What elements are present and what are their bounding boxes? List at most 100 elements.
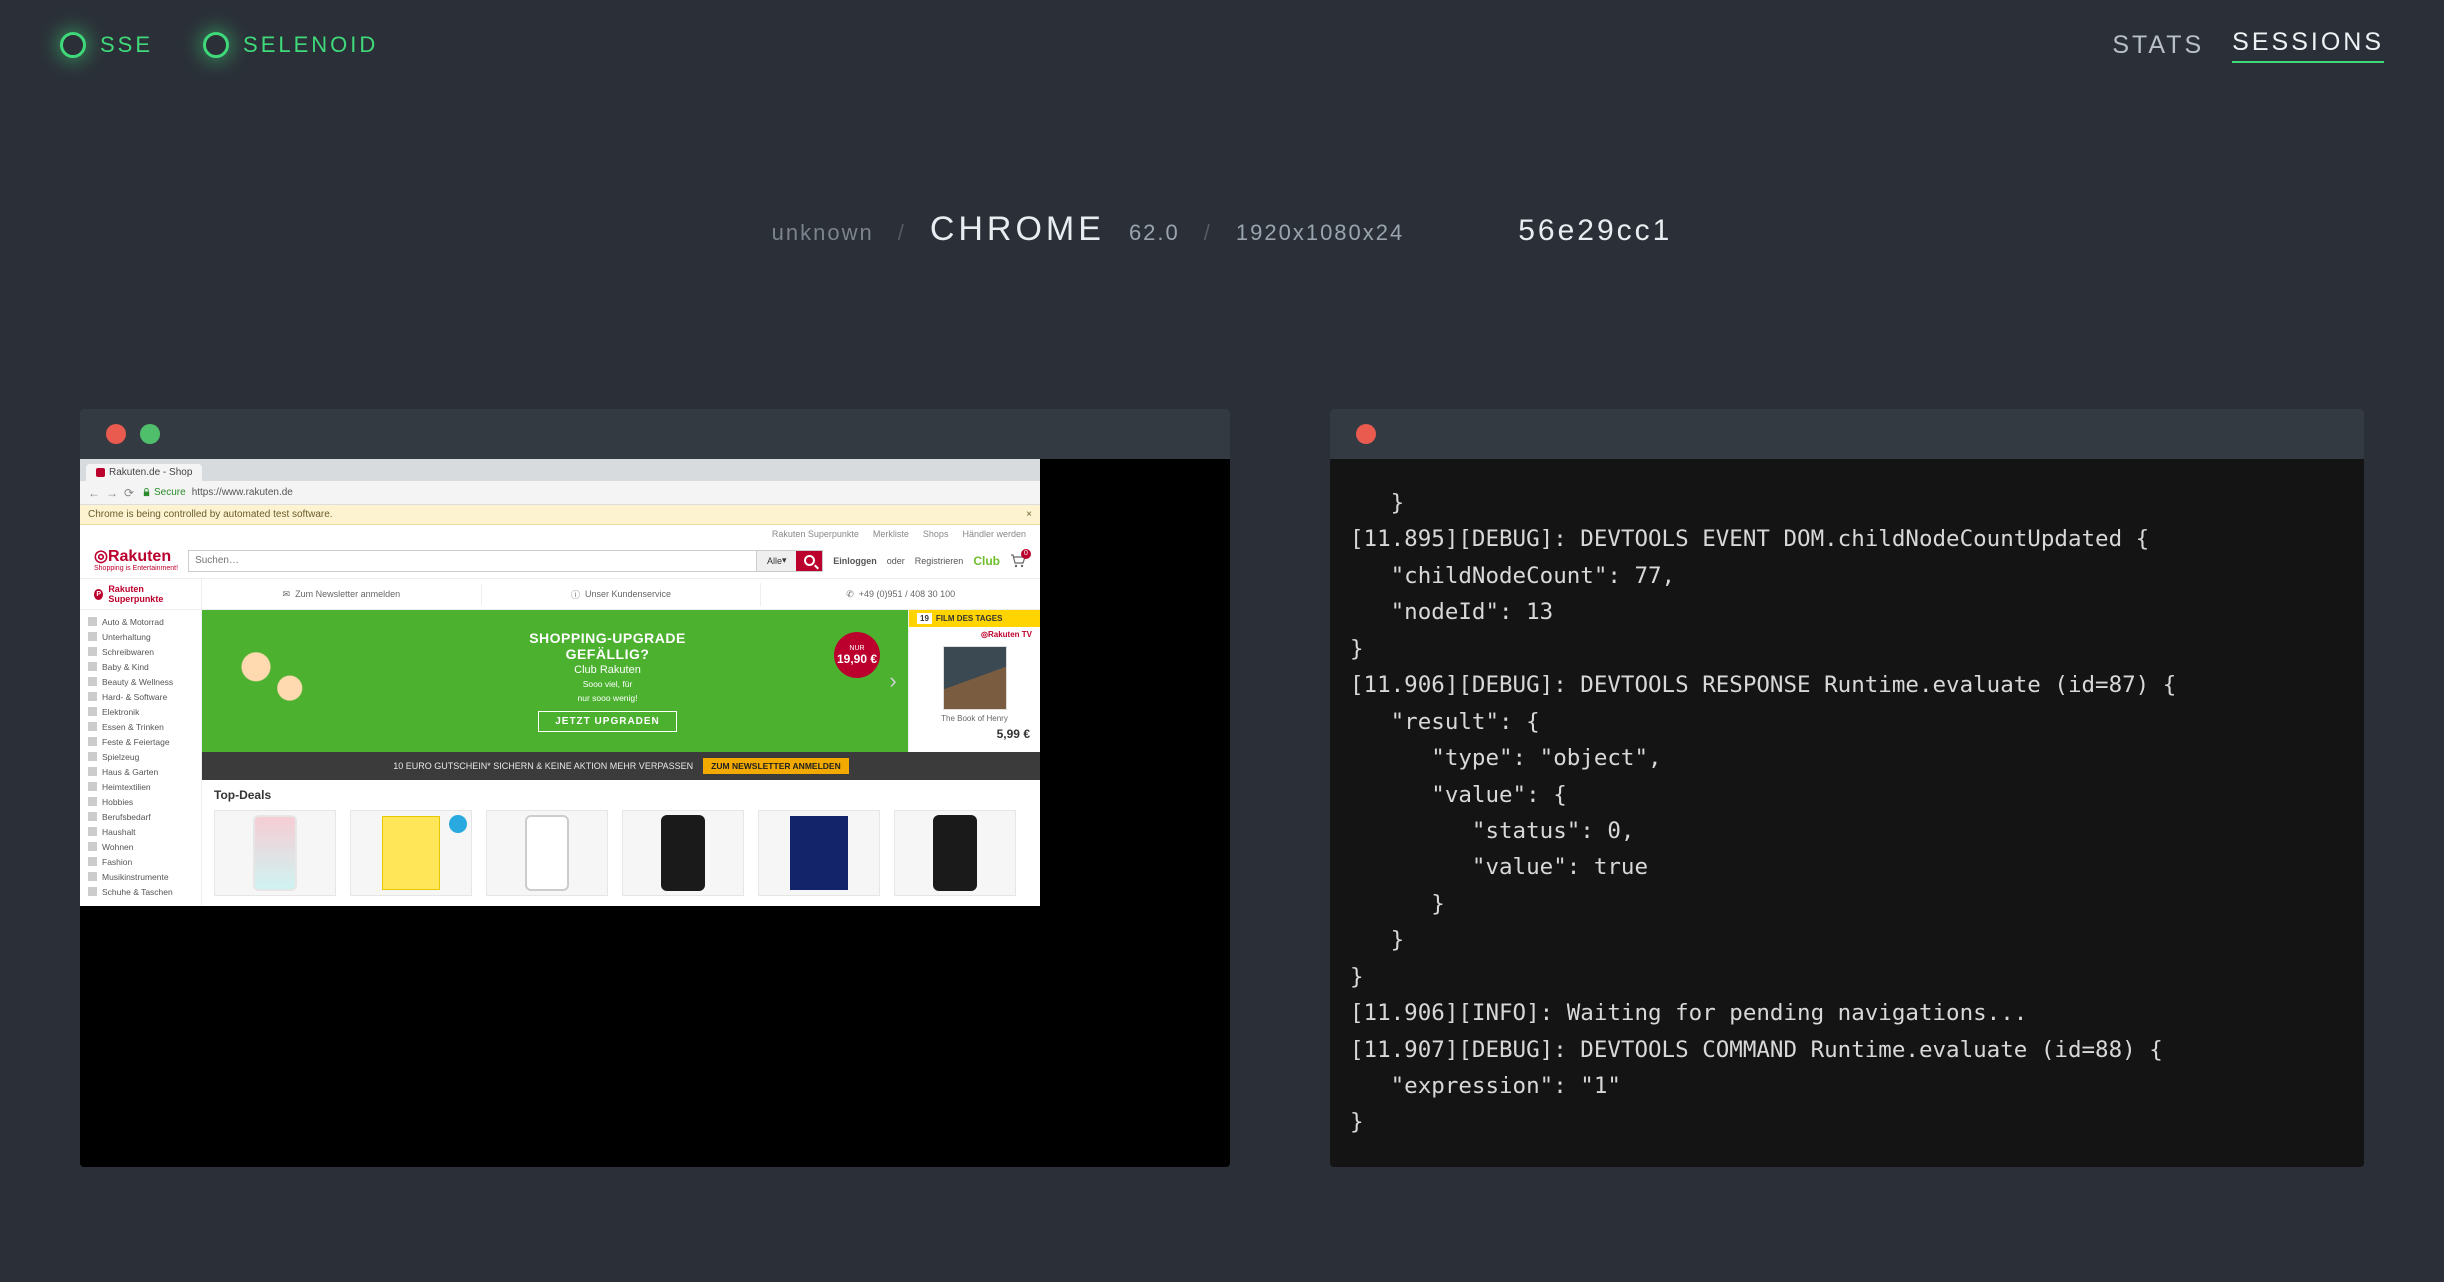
category-label: Beauty & Wellness: [102, 677, 173, 687]
register-link[interactable]: Registrieren: [915, 556, 964, 566]
category-item[interactable]: Haushalt: [80, 824, 201, 839]
deal-card[interactable]: [758, 810, 880, 896]
voucher-button[interactable]: ZUM NEWSLETTER ANMELDEN: [703, 758, 849, 774]
category-item[interactable]: Spielzeug: [80, 749, 201, 764]
category-label: Elektronik: [102, 707, 139, 717]
film-hdr-label: FILM DES TAGES: [936, 614, 1003, 623]
hero-small2: nur sooo wenig!: [337, 693, 878, 703]
site-header: ◎Rakuten Shopping is Entertainment! Alle…: [80, 543, 1040, 578]
club-link[interactable]: Club: [973, 554, 1000, 568]
voucher-text: 10 EURO GUTSCHEIN* SICHERN & KEINE AKTIO…: [393, 761, 693, 771]
hero-small1: Sooo viel, für: [337, 679, 878, 689]
close-dot-icon[interactable]: [1356, 424, 1376, 444]
phone-icon: ✆: [846, 589, 854, 600]
category-icon: [88, 617, 97, 626]
session-version: 62.0: [1129, 220, 1180, 246]
carousel-next-icon[interactable]: ›: [878, 668, 908, 694]
forward-icon[interactable]: →: [106, 487, 118, 499]
category-icon: [88, 782, 97, 791]
category-sidebar: Auto & MotorradUnterhaltungSchreibwarenB…: [80, 610, 202, 906]
site-topnav: Rakuten Superpunkte Merkliste Shops Händ…: [80, 525, 1040, 543]
search-icon: [804, 555, 815, 566]
category-item[interactable]: Essen & Trinken: [80, 719, 201, 734]
search-cat-label: Alle: [767, 556, 782, 566]
cart-icon[interactable]: 0: [1010, 554, 1026, 568]
film-price: 5,99 €: [909, 723, 1040, 745]
badge-price: 19,90 €: [837, 652, 877, 666]
category-label: Schuhe & Taschen: [102, 887, 173, 897]
hero-cta-button[interactable]: JETZT UPGRADEN: [538, 711, 677, 732]
back-icon[interactable]: ←: [88, 487, 100, 499]
search-category[interactable]: Alle ▾: [756, 551, 796, 571]
topnav-link[interactable]: Merkliste: [873, 529, 909, 539]
favicon-icon: [96, 468, 105, 477]
url-text[interactable]: https://www.rakuten.de: [192, 487, 293, 498]
service-cell[interactable]: ⓘUnser Kundenservice: [482, 583, 762, 606]
search-button[interactable]: [796, 551, 822, 571]
topnav-link[interactable]: Rakuten Superpunkte: [772, 529, 859, 539]
nav-stats[interactable]: STATS: [2112, 31, 2204, 60]
status-dot-icon: [203, 32, 229, 58]
search-input[interactable]: [189, 551, 756, 571]
category-item[interactable]: Beauty & Wellness: [80, 674, 201, 689]
log-output[interactable]: } [11.895][DEBUG]: DEVTOOLS EVENT DOM.ch…: [1330, 459, 2364, 1167]
category-icon: [88, 812, 97, 821]
category-item[interactable]: Berufsbedarf: [80, 809, 201, 824]
topnav-link[interactable]: Händler werden: [962, 529, 1026, 539]
category-item[interactable]: Auto & Motorrad: [80, 614, 201, 629]
deal-card[interactable]: [894, 810, 1016, 896]
category-item[interactable]: Elektronik: [80, 704, 201, 719]
panels-row: Rakuten.de - Shop ← → ⟳ Secure https://w…: [0, 409, 2444, 1167]
nav-sessions[interactable]: SESSIONS: [2232, 28, 2384, 63]
category-item[interactable]: Feste & Feiertage: [80, 734, 201, 749]
chrome-tabstrip: Rakuten.de - Shop: [80, 459, 1040, 481]
close-dot-icon[interactable]: [106, 424, 126, 444]
category-label: Auto & Motorrad: [102, 617, 164, 627]
banner-close-icon[interactable]: ×: [1026, 509, 1032, 520]
category-item[interactable]: Hard- & Software: [80, 689, 201, 704]
category-item[interactable]: Musikinstrumente: [80, 869, 201, 884]
hero-banner[interactable]: SHOPPING-UPGRADE GEFÄLLIG? Club Rakuten …: [202, 610, 908, 752]
category-item[interactable]: Baby & Kind: [80, 659, 201, 674]
deal-card[interactable]: [486, 810, 608, 896]
service-label: Unser Kundenservice: [585, 589, 671, 599]
min-dot-icon[interactable]: [140, 424, 160, 444]
newsletter-cell[interactable]: ✉Zum Newsletter anmelden: [202, 584, 482, 605]
automation-banner: Chrome is being controlled by automated …: [80, 505, 1040, 525]
deal-card[interactable]: [214, 810, 336, 896]
top-nav: STATS SESSIONS: [2112, 28, 2384, 63]
category-item[interactable]: Schreibwaren: [80, 644, 201, 659]
logo-text: Rakuten: [108, 548, 171, 565]
sp-cell[interactable]: PRakuten Superpunkte: [80, 579, 202, 609]
status-sse-label: SSE: [100, 32, 153, 58]
sp-label: Rakuten Superpunkte: [108, 584, 187, 604]
product-image: [933, 815, 977, 891]
price-badge: NUR 19,90 €: [834, 632, 880, 678]
category-item[interactable]: Schuhe & Taschen: [80, 884, 201, 899]
chrome-tab[interactable]: Rakuten.de - Shop: [86, 464, 202, 481]
logo-tagline: Shopping is Entertainment!: [94, 565, 178, 572]
category-label: Feste & Feiertage: [102, 737, 170, 747]
reload-icon[interactable]: ⟳: [124, 487, 136, 499]
category-icon: [88, 722, 97, 731]
phone-cell[interactable]: ✆ +49 (0)951 / 408 30 100: [761, 584, 1040, 605]
topnav-link[interactable]: Shops: [923, 529, 949, 539]
deal-card[interactable]: [622, 810, 744, 896]
category-item[interactable]: Haus & Garten: [80, 764, 201, 779]
hero-text: SHOPPING-UPGRADE GEFÄLLIG? Club Rakuten …: [337, 630, 878, 731]
category-item[interactable]: Heimtextilien: [80, 779, 201, 794]
login-link[interactable]: Einloggen: [833, 556, 877, 566]
deal-card[interactable]: [350, 810, 472, 896]
category-icon: [88, 857, 97, 866]
film-of-day[interactable]: 19FILM DES TAGES ◎Rakuten TV The Book of…: [908, 610, 1040, 752]
category-item[interactable]: Wohnen: [80, 839, 201, 854]
phone-label: +49 (0)951 / 408 30 100: [859, 589, 955, 599]
category-label: Berufsbedarf: [102, 812, 151, 822]
category-item[interactable]: Fashion: [80, 854, 201, 869]
category-item[interactable]: Unterhaltung: [80, 629, 201, 644]
category-icon: [88, 662, 97, 671]
vnc-viewport[interactable]: Rakuten.de - Shop ← → ⟳ Secure https://w…: [80, 459, 1230, 1167]
rakuten-logo[interactable]: ◎Rakuten Shopping is Entertainment!: [94, 549, 178, 572]
separator: /: [1204, 220, 1212, 246]
category-item[interactable]: Hobbies: [80, 794, 201, 809]
